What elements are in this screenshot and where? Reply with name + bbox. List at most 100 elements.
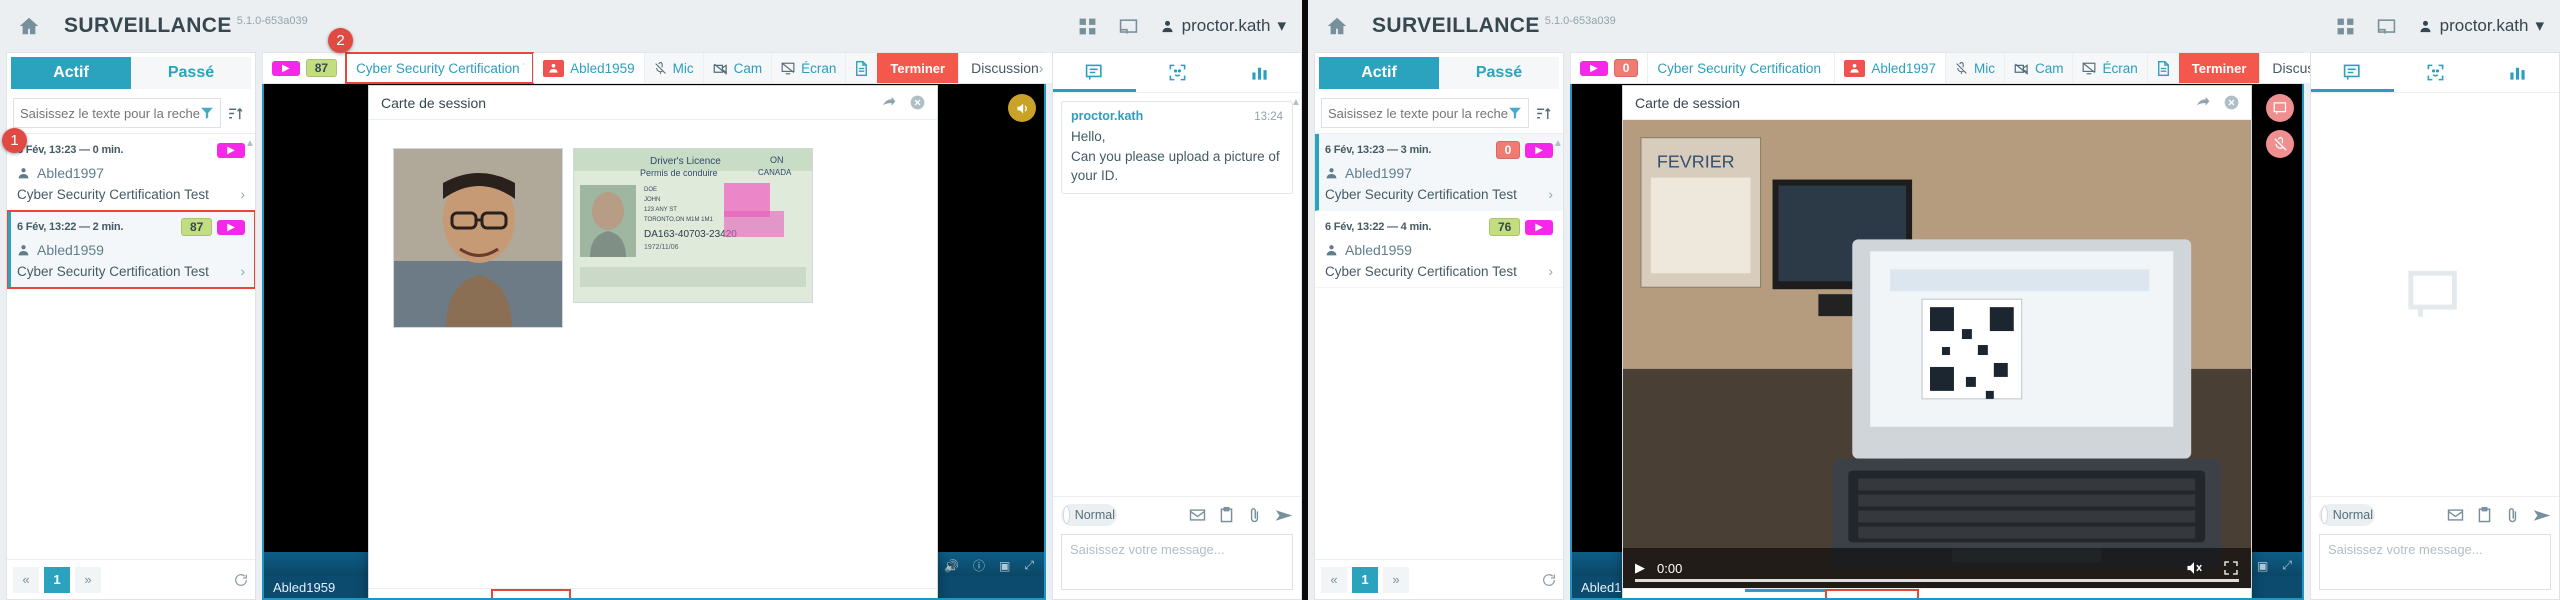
user-menu-right[interactable]: proctor.kath ▾ [2418, 16, 2544, 36]
camera-snapshot-icon[interactable]: ▣ [999, 559, 1010, 573]
pager-next-button[interactable]: » [1383, 566, 1409, 593]
toolbar-end-session-button-right[interactable]: Terminer [2178, 53, 2260, 83]
chat-bubble-float-icon[interactable] [2266, 94, 2294, 122]
attachment-icon[interactable] [2505, 507, 2520, 523]
tab-overview[interactable]: Overview [571, 589, 665, 599]
tab-chat[interactable] [2311, 53, 2394, 92]
home-icon[interactable] [1324, 13, 1350, 39]
session-test[interactable]: Cyber Security Certification Test › [1325, 263, 1553, 279]
sort-icon-right[interactable] [1535, 105, 1557, 122]
tab-metrics-chart[interactable] [2476, 53, 2559, 92]
clipboard-icon[interactable] [1219, 507, 1234, 523]
video-progress-bar[interactable] [1635, 579, 2239, 582]
tab-passe-right[interactable]: Passé [1439, 57, 1559, 89]
discussion-messages-right[interactable] [2311, 93, 2559, 496]
camera-snapshot-icon[interactable]: ▣ [2257, 559, 2268, 573]
tab-metrics-chart[interactable] [1218, 53, 1301, 92]
toolbar-discussion-header-left[interactable]: Discussion › [958, 53, 1056, 83]
video-controls-bar[interactable]: ▶ 0:00 [1623, 548, 2251, 588]
volume-icon[interactable]: 🔊 [944, 559, 959, 573]
toolbar-user-left[interactable]: Abled1959 [533, 53, 644, 83]
info-icon[interactable]: ⓘ [973, 557, 985, 574]
toolbar-document-button-right[interactable] [2146, 53, 2179, 83]
video-play-icon[interactable]: ▶ [1635, 560, 1645, 576]
play-badge-icon[interactable]: ▶ [1525, 219, 1553, 235]
scroll-up-icon[interactable]: ▲ [1291, 97, 1301, 108]
discussion-scrollbar[interactable]: ▲ [1291, 97, 1301, 492]
toolbar-end-session-button-left[interactable]: Terminer [877, 53, 959, 83]
tab-addons[interactable]: Addons [665, 589, 749, 599]
tab-metrics[interactable]: Metrics [2003, 589, 2084, 599]
user-menu-left[interactable]: proctor.kath ▾ [1160, 16, 1286, 36]
toolbar-screen-button-left[interactable]: Écran [771, 53, 846, 83]
proctor-viewer-left[interactable]: 🔊 ⓘ ▣ ⤢ Abled1959 Carte de session Drive… [262, 84, 1046, 600]
cast-screen-icon[interactable] [2377, 17, 2396, 36]
tab-photos[interactable]: Photos [491, 589, 571, 598]
tab-members[interactable]: Members [830, 589, 923, 599]
session-card[interactable]: 6 Fév, 13:23 — 0 min. ▶ Abled1997 Cyber … [7, 134, 255, 211]
pager-prev-button[interactable]: « [1321, 566, 1347, 593]
chevron-right-icon[interactable]: › [1039, 60, 1044, 76]
candidate-id-photo[interactable]: Driver's Licence Permis de conduire ON C… [573, 148, 813, 303]
filter-funnel-icon[interactable] [200, 106, 214, 120]
discussion-messages-left[interactable]: proctor.kath 13:24 Hello, Can you please… [1053, 93, 1301, 496]
session-video-player[interactable]: FEVRIER ▶ 0:00 [1623, 120, 2251, 588]
tab-addons[interactable]: Addons [1919, 589, 2003, 599]
audio-indicator-left[interactable] [1008, 94, 1036, 122]
priority-toggle[interactable]: Normal [1061, 504, 1117, 526]
session-list-left[interactable]: 6 Fév, 13:23 — 0 min. ▶ Abled1997 Cyber … [7, 133, 255, 559]
search-input-wrap-right[interactable] [1321, 98, 1529, 128]
video-mute-icon[interactable] [2185, 560, 2203, 576]
proctor-viewer-right[interactable]: 🔊 ⓘ ▣ ⤢ Abled1997 Carte de session [1570, 84, 2304, 600]
session-card[interactable]: 6 Fév, 13:22 — 2 min. 87 ▶ Abled1959 Cyb… [7, 210, 255, 289]
share-icon[interactable] [2195, 95, 2210, 110]
session-list-scrollbar[interactable]: ▲ [245, 138, 255, 555]
session-test[interactable]: Cyber Security Certification Test › [17, 186, 245, 202]
refresh-icon[interactable] [233, 572, 249, 588]
play-badge-icon[interactable]: ▶ [217, 219, 245, 235]
share-icon[interactable] [881, 95, 896, 110]
clipboard-icon[interactable] [2477, 507, 2492, 523]
play-badge-icon[interactable]: ▶ [272, 60, 300, 76]
refresh-icon[interactable] [1541, 572, 1557, 588]
home-icon[interactable] [16, 13, 42, 39]
attachment-icon[interactable] [1247, 507, 1262, 523]
close-icon[interactable] [2224, 95, 2239, 110]
toolbar-cam-button-right[interactable]: Cam [2003, 53, 2073, 83]
toolbar-user-right[interactable]: Abled1997 [1834, 53, 1945, 83]
message-input-left[interactable]: Saisissez votre message... [1061, 534, 1293, 590]
fullscreen-icon[interactable]: ⤢ [1024, 558, 1034, 573]
scroll-up-icon[interactable]: ▲ [1553, 138, 1563, 149]
scroll-up-icon[interactable]: ▲ [245, 138, 255, 149]
pager-page-1-button[interactable]: 1 [44, 566, 70, 593]
tab-overview[interactable]: Overview [1824, 589, 1919, 598]
send-icon[interactable] [2533, 508, 2551, 523]
priority-toggle[interactable]: Normal [2319, 504, 2375, 526]
tab-parameters[interactable]: Parameters [1637, 589, 1745, 599]
tab-face-verification[interactable] [1136, 53, 1219, 92]
close-icon[interactable] [910, 95, 925, 110]
grid-layout-icon[interactable] [1078, 17, 1097, 36]
search-input-left[interactable] [20, 105, 200, 121]
toolbar-test-title-left[interactable]: Cyber Security Certification Test [345, 52, 535, 84]
session-card[interactable]: 6 Fév, 13:22 — 4 min. 76 ▶ Abled1959 Cyb… [1315, 211, 1563, 288]
grid-layout-icon[interactable] [2336, 17, 2355, 36]
tab-passe-left[interactable]: Passé [131, 57, 251, 89]
video-fullscreen-icon[interactable] [2223, 560, 2239, 576]
session-list-scrollbar[interactable]: ▲ [1553, 138, 1563, 555]
toolbar-mic-button-left[interactable]: Mic [643, 53, 703, 83]
tab-actif-left[interactable]: Actif [11, 57, 131, 89]
cast-screen-icon[interactable] [1119, 17, 1138, 36]
toolbar-screen-button-right[interactable]: Écran [2072, 53, 2147, 83]
tab-overflow-menu-icon[interactable]: ⋮ [2178, 589, 2213, 599]
pager-page-1-button[interactable]: 1 [1352, 566, 1378, 593]
search-input-right[interactable] [1328, 105, 1508, 121]
tab-parameters[interactable]: Parameters [383, 589, 491, 599]
tab-chat[interactable] [1053, 53, 1136, 92]
tab-face-verification[interactable] [2394, 53, 2477, 92]
sort-icon-left[interactable] [227, 105, 249, 122]
tab-photos[interactable]: Photos [1745, 589, 1824, 599]
search-input-wrap-left[interactable] [13, 98, 221, 128]
send-icon[interactable] [1275, 508, 1293, 523]
message-input-right[interactable]: Saisissez votre message... [2319, 534, 2551, 590]
